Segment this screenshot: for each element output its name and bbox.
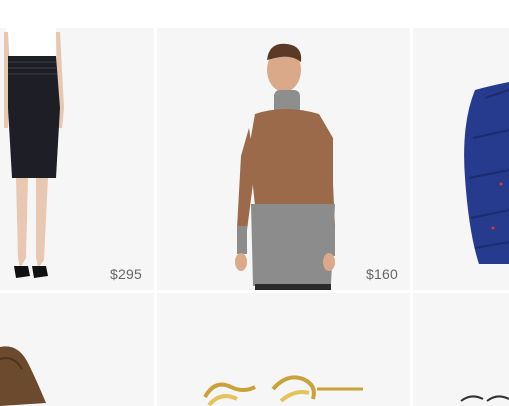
product-card-skirt[interactable]: $295 bbox=[0, 28, 154, 290]
product-image-sweater[interactable] bbox=[157, 28, 410, 290]
product-price: $160 bbox=[366, 266, 398, 282]
product-price: $295 bbox=[110, 266, 142, 282]
product-image-earrings[interactable] bbox=[157, 293, 410, 406]
product-card-sweater[interactable]: $160 bbox=[157, 28, 410, 290]
product-card-jacket[interactable] bbox=[413, 28, 509, 290]
product-card-earrings[interactable] bbox=[157, 293, 410, 406]
product-image-brown-item[interactable] bbox=[0, 293, 154, 406]
product-image-partial[interactable] bbox=[413, 293, 509, 406]
product-card-brown-item[interactable] bbox=[0, 293, 154, 406]
product-image-jacket[interactable] bbox=[413, 28, 509, 290]
product-card-partial[interactable] bbox=[413, 293, 509, 406]
product-image-skirt[interactable] bbox=[0, 28, 154, 290]
product-grid: $295 $160 bbox=[0, 0, 509, 406]
